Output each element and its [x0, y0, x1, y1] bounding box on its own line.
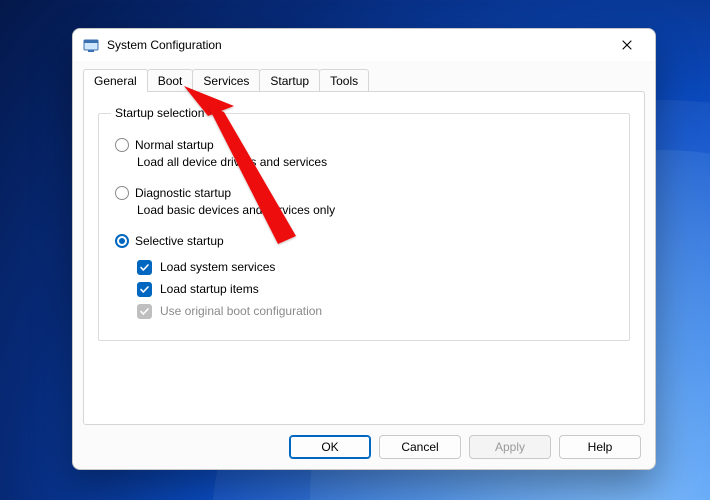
tab-general[interactable]: General [83, 69, 148, 92]
dialog-buttons: OK Cancel Apply Help [83, 425, 645, 459]
button-label: Cancel [401, 440, 438, 454]
window-title: System Configuration [107, 38, 222, 52]
help-button[interactable]: Help [559, 435, 641, 459]
startup-selection-group: Startup selection Normal startup Load al… [98, 106, 630, 341]
radio-diagnostic-startup[interactable] [115, 186, 129, 200]
check-icon [139, 306, 150, 317]
checkbox-label: Use original boot configuration [160, 300, 322, 322]
option-normal-startup: Normal startup Load all device drivers a… [115, 136, 617, 170]
tab-services[interactable]: Services [192, 69, 260, 92]
option-desc: Load all device drivers and services [137, 154, 617, 170]
button-label: OK [321, 440, 338, 454]
radio-label[interactable]: Normal startup [135, 136, 214, 154]
tab-tools[interactable]: Tools [319, 69, 369, 92]
desktop-background: System Configuration General Boot Servic… [0, 0, 710, 500]
tab-label: General [94, 74, 137, 88]
titlebar: System Configuration [73, 29, 655, 61]
option-selective-startup: Selective startup Load system services [115, 232, 617, 322]
check-icon [139, 262, 150, 273]
system-configuration-window: System Configuration General Boot Servic… [72, 28, 656, 470]
ok-button[interactable]: OK [289, 435, 371, 459]
group-legend: Startup selection [111, 106, 208, 120]
client-area: General Boot Services Startup Tools Star… [73, 61, 655, 469]
tab-boot[interactable]: Boot [147, 69, 194, 92]
radio-selective-startup[interactable] [115, 234, 129, 248]
check-icon [139, 284, 150, 295]
radio-label[interactable]: Selective startup [135, 232, 224, 250]
app-icon [83, 37, 99, 53]
tab-label: Services [203, 74, 249, 88]
tab-strip: General Boot Services Startup Tools [83, 67, 645, 91]
option-desc: Load basic devices and services only [137, 202, 617, 218]
tab-label: Boot [158, 74, 183, 88]
checkbox-load-system-services[interactable] [137, 260, 152, 275]
checkbox-load-startup-items[interactable] [137, 282, 152, 297]
tab-page-general: Startup selection Normal startup Load al… [83, 91, 645, 425]
close-icon [622, 40, 632, 50]
button-label: Help [588, 440, 613, 454]
cancel-button[interactable]: Cancel [379, 435, 461, 459]
checkbox-label[interactable]: Load startup items [160, 278, 259, 300]
checkbox-use-original-boot-config [137, 304, 152, 319]
radio-normal-startup[interactable] [115, 138, 129, 152]
apply-button: Apply [469, 435, 551, 459]
option-diagnostic-startup: Diagnostic startup Load basic devices an… [115, 184, 617, 218]
close-button[interactable] [605, 30, 649, 60]
button-label: Apply [495, 440, 525, 454]
radio-label[interactable]: Diagnostic startup [135, 184, 231, 202]
tab-label: Tools [330, 74, 358, 88]
tab-startup[interactable]: Startup [259, 69, 320, 92]
tab-label: Startup [270, 74, 309, 88]
selective-suboptions: Load system services Load startup items [137, 256, 617, 322]
checkbox-label[interactable]: Load system services [160, 256, 275, 278]
